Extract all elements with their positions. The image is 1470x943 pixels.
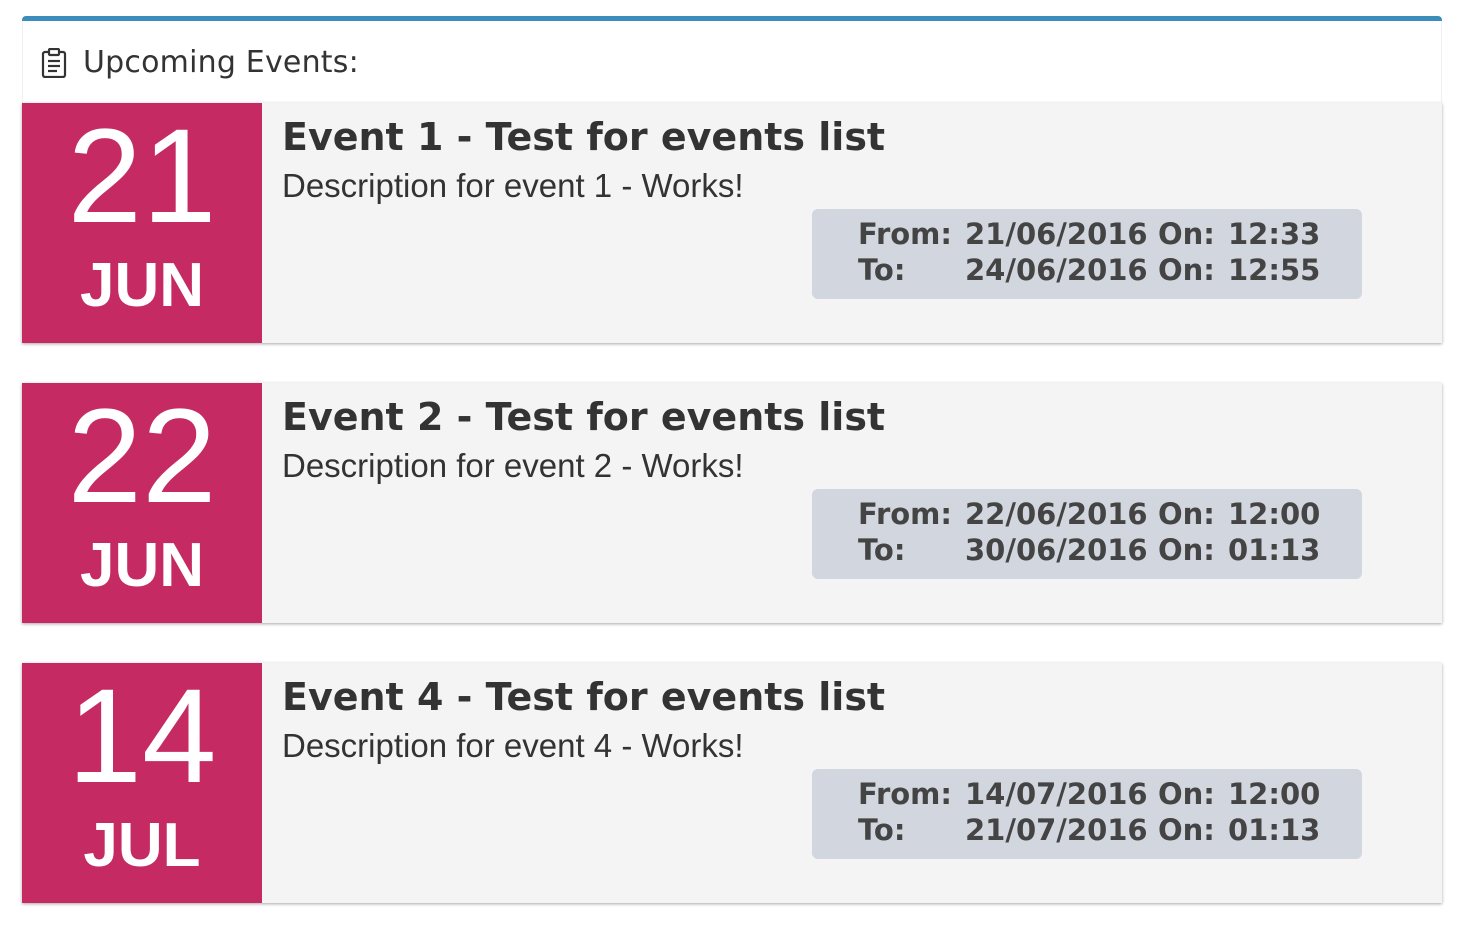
clipboard-icon [40,47,68,79]
from-time: 12:00 [1228,497,1321,531]
panel-title: Upcoming Events: [83,45,359,80]
event-title[interactable]: Event 1 - Test for events list [282,115,885,159]
from-date: 21/06/2016 [965,217,1148,251]
event-title[interactable]: Event 4 - Test for events list [282,675,885,719]
to-label: To: [858,533,906,567]
event-day: 22 [67,382,217,531]
event-month: JUN [79,531,205,600]
from-on-label: On: [1158,777,1215,811]
event-month: JUL [83,811,201,880]
from-date: 14/07/2016 [965,777,1148,811]
to-label: To: [858,813,906,847]
event-date-badge: 14 JUL [22,663,262,903]
event-description: Description for event 1 - Works! [282,167,744,204]
event-day: 21 [67,102,217,251]
to-time: 01:13 [1228,533,1321,567]
event-item[interactable]: 22 JUN Event 2 - Test for events list De… [22,383,1442,623]
event-title[interactable]: Event 2 - Test for events list [282,395,885,439]
event-description: Description for event 4 - Works! [282,727,744,764]
to-time: 01:13 [1228,813,1321,847]
from-date: 22/06/2016 [965,497,1148,531]
from-on-label: On: [1158,497,1215,531]
event-item[interactable]: 14 JUL Event 4 - Test for events list De… [22,663,1442,903]
from-label: From: [858,497,952,531]
panel-header: Upcoming Events: [22,21,1442,103]
event-schedule: From: 21/06/2016 On: 12:33 To: 24/06/201… [812,209,1362,299]
event-description: Description for event 2 - Works! [282,447,744,484]
event-item[interactable]: 21 JUN Event 1 - Test for events list De… [22,103,1442,343]
to-date: 30/06/2016 [965,533,1148,567]
event-schedule: From: 22/06/2016 On: 12:00 To: 30/06/201… [812,489,1362,579]
to-on-label: On: [1158,813,1215,847]
to-date: 21/07/2016 [965,813,1148,847]
to-date: 24/06/2016 [965,253,1148,287]
event-date-badge: 21 JUN [22,103,262,343]
event-date-badge: 22 JUN [22,383,262,623]
from-on-label: On: [1158,217,1215,251]
event-day: 14 [67,662,217,811]
from-label: From: [858,217,952,251]
from-label: From: [858,777,952,811]
event-month: JUN [79,251,205,320]
to-label: To: [858,253,906,287]
to-on-label: On: [1158,533,1215,567]
from-time: 12:00 [1228,777,1321,811]
event-schedule: From: 14/07/2016 On: 12:00 To: 21/07/201… [812,769,1362,859]
to-on-label: On: [1158,253,1215,287]
upcoming-events-panel: Upcoming Events: 21 JUN Event 1 - Test f… [22,16,1442,916]
events-list: 21 JUN Event 1 - Test for events list De… [22,103,1442,943]
to-time: 12:55 [1228,253,1321,287]
from-time: 12:33 [1228,217,1321,251]
